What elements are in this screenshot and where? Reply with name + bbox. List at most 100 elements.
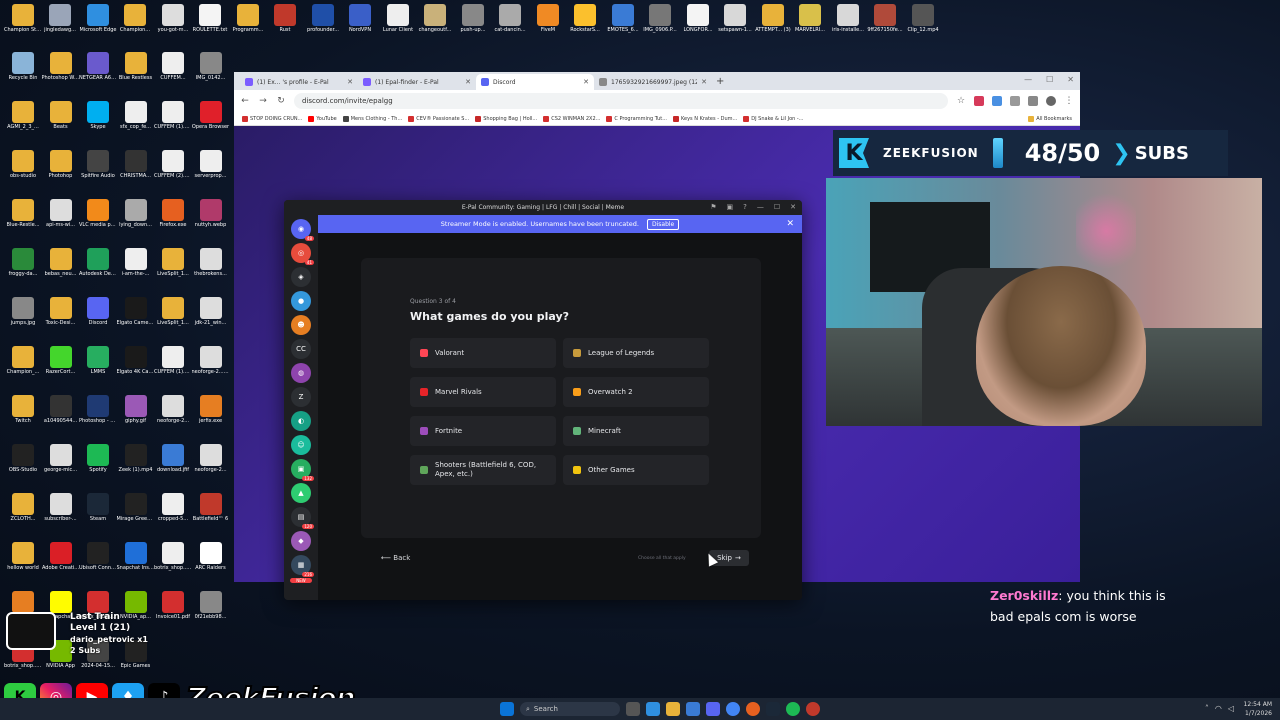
game-option[interactable]: Shooters (Battlefield 6, COD, Apex, etc.… bbox=[410, 455, 556, 485]
close-icon[interactable]: ✕ bbox=[786, 219, 794, 229]
desktop-icon[interactable]: Toxic-Desi... bbox=[42, 297, 80, 326]
bookmark-item[interactable]: YouTube bbox=[308, 115, 337, 122]
server-icon[interactable]: ▦ 216 bbox=[291, 555, 314, 577]
disable-button[interactable]: Disable bbox=[646, 218, 680, 230]
desktop-icon[interactable]: i-am-the-... bbox=[117, 248, 155, 277]
desktop-icon[interactable]: Snapchat Installer.exe bbox=[117, 542, 155, 571]
desktop-icon[interactable]: subscriber-... bbox=[42, 493, 80, 522]
chevron-up-icon[interactable]: ˄ bbox=[1205, 704, 1209, 713]
desktop-icon[interactable]: froggy-da... bbox=[4, 248, 42, 277]
server-icon[interactable]: ● bbox=[291, 291, 311, 311]
desktop-icon[interactable]: Skype bbox=[79, 101, 117, 130]
game-option[interactable]: Minecraft bbox=[563, 416, 709, 446]
new-tab-button[interactable]: + bbox=[716, 74, 724, 90]
server-icon[interactable]: Z bbox=[291, 387, 311, 407]
screen-icon[interactable]: ▣ bbox=[727, 203, 734, 211]
edge-icon[interactable] bbox=[646, 702, 660, 716]
maximize-icon[interactable]: ☐ bbox=[774, 203, 780, 211]
clock[interactable]: 12:54 AM 1/7/2026 bbox=[1244, 700, 1272, 718]
desktop-icon[interactable]: Firefox.exe bbox=[154, 199, 192, 228]
file-explorer-icon[interactable] bbox=[666, 702, 680, 716]
discord-icon[interactable] bbox=[706, 702, 720, 716]
desktop-icon[interactable]: bebas_neu... bbox=[42, 248, 80, 277]
desktop-icon[interactable]: AGMI_2_3_... bbox=[4, 101, 42, 130]
browser-tab[interactable]: Discord ✕ bbox=[476, 74, 594, 90]
desktop-icon[interactable]: LONGFOR... bbox=[679, 4, 717, 33]
server-icon[interactable]: ◐ bbox=[291, 411, 311, 431]
game-option[interactable]: Valorant bbox=[410, 338, 556, 368]
desktop-icon[interactable]: obs-studio bbox=[4, 150, 42, 179]
desktop-icon[interactable]: LMMS bbox=[79, 346, 117, 375]
desktop-icon[interactable]: Photoshop Work bbox=[42, 52, 80, 81]
bookmark-item[interactable]: STOP DOING CRUN... bbox=[242, 115, 302, 122]
desktop-icon[interactable]: IMG_0906.P... bbox=[641, 4, 679, 33]
desktop-icon[interactable]: Twitch bbox=[4, 395, 42, 424]
obs-icon[interactable] bbox=[806, 702, 820, 716]
server-icon[interactable]: ▣ 132 bbox=[291, 459, 314, 481]
task-view-icon[interactable] bbox=[626, 702, 640, 716]
desktop-icon[interactable]: LiveSplit_1... bbox=[154, 248, 192, 277]
close-icon[interactable]: ✕ bbox=[701, 78, 707, 86]
desktop-icon[interactable]: giphy.gif bbox=[117, 395, 155, 424]
minimize-icon[interactable]: — bbox=[1024, 75, 1032, 84]
extensions-puzzle-icon[interactable] bbox=[1010, 96, 1020, 106]
desktop-icon[interactable]: OBS-Studio bbox=[4, 444, 42, 473]
desktop-icon[interactable]: hellow world bbox=[4, 542, 42, 571]
chrome-icon[interactable] bbox=[726, 702, 740, 716]
desktop-icon[interactable]: ROULETTE.txt bbox=[191, 4, 229, 33]
desktop-icon[interactable]: lying_down... bbox=[117, 199, 155, 228]
desktop-icon[interactable]: sfx_cop_fe... bbox=[117, 101, 155, 130]
desktop-icon[interactable]: Battlefield™ 6 bbox=[192, 493, 230, 522]
bookmark-item[interactable]: DJ Snake & Lil Jon -... bbox=[743, 115, 803, 122]
extension-icon[interactable] bbox=[992, 96, 1002, 106]
browser-tab[interactable]: 1765932921669997.jpeg (1230...✕ bbox=[594, 74, 712, 90]
desktop-icon[interactable]: setspawn-1... bbox=[716, 4, 754, 33]
desktop-icon[interactable]: Spotify bbox=[79, 444, 117, 473]
desktop-icon[interactable]: NETGEAR A6210 Genie bbox=[79, 52, 117, 81]
bookmark-item[interactable]: C Programming Tut... bbox=[606, 115, 667, 122]
server-icon[interactable]: ▤ 120 bbox=[291, 507, 314, 529]
desktop-icon[interactable]: jdk-21_win... bbox=[192, 297, 230, 326]
desktop-icon[interactable]: cropped-5... bbox=[154, 493, 192, 522]
desktop-icon[interactable]: 0f21ebb98... bbox=[192, 591, 230, 620]
star-icon[interactable]: ☆ bbox=[956, 96, 966, 106]
desktop-icon[interactable]: NordVPN bbox=[341, 4, 379, 33]
close-icon[interactable]: ✕ bbox=[1067, 75, 1074, 84]
desktop-icon[interactable]: jerfix.exe bbox=[192, 395, 230, 424]
desktop-icon[interactable]: Opera Browser bbox=[192, 101, 230, 130]
desktop-icon[interactable]: Ubisoft Connect bbox=[79, 542, 117, 571]
desktop-icon[interactable]: jumps.jpg bbox=[4, 297, 42, 326]
server-icon[interactable]: ◆ bbox=[291, 531, 311, 551]
bookmark-item[interactable]: Keys N Krates - Dum... bbox=[672, 115, 737, 122]
desktop-icon[interactable]: EMOTES_6... bbox=[604, 4, 642, 33]
desktop-icon[interactable]: george-mic... bbox=[42, 444, 80, 473]
desktop-icon[interactable]: Zeek (1).mp4 bbox=[117, 444, 155, 473]
desktop-icon[interactable]: botrix_shop... PM.xlsx bbox=[154, 542, 192, 571]
desktop-icon[interactable]: changeoutf... bbox=[416, 4, 454, 33]
maximize-icon[interactable]: ☐ bbox=[1046, 75, 1053, 84]
desktop-icon[interactable]: thebrokens... bbox=[192, 248, 230, 277]
desktop-icon[interactable]: Photoshop - Shortcut bbox=[79, 395, 117, 424]
firefox-icon[interactable] bbox=[746, 702, 760, 716]
desktop-icon[interactable]: Elgato Camera Hub bbox=[117, 297, 155, 326]
desktop-icon[interactable]: ATTEMPT... (3) bbox=[754, 4, 792, 33]
server-icon[interactable]: ☺ bbox=[291, 435, 311, 455]
desktop-icon[interactable]: neoforge-2... bbox=[192, 444, 230, 473]
desktop-icon[interactable]: Steam bbox=[79, 493, 117, 522]
desktop-icon[interactable]: Invoice01.pdf bbox=[154, 591, 192, 620]
taskbar-search[interactable]: ⌕ Search bbox=[520, 702, 620, 716]
close-icon[interactable]: ✕ bbox=[347, 78, 353, 86]
store-icon[interactable] bbox=[686, 702, 700, 716]
desktop-icon[interactable]: download.jfif bbox=[154, 444, 192, 473]
desktop-icon[interactable]: LiveSplit_1... bbox=[154, 297, 192, 326]
desktop-icon[interactable]: Blue Restless bbox=[117, 52, 155, 81]
desktop-icon[interactable]: Beats bbox=[42, 101, 80, 130]
desktop-icon[interactable]: IMG_0142... bbox=[192, 52, 230, 81]
close-icon[interactable]: ✕ bbox=[465, 78, 471, 86]
desktop-icon[interactable]: Champion_... bbox=[4, 346, 42, 375]
desktop-icon[interactable]: Microsoft Edge bbox=[79, 4, 117, 33]
desktop-icon[interactable]: Blue-Restle... bbox=[4, 199, 42, 228]
desktop-icon[interactable]: CUFFEM (1).mp4 bbox=[154, 101, 192, 130]
bookmark-item[interactable]: CEV® Passionate S... bbox=[408, 115, 469, 122]
steam-icon[interactable] bbox=[766, 702, 780, 716]
